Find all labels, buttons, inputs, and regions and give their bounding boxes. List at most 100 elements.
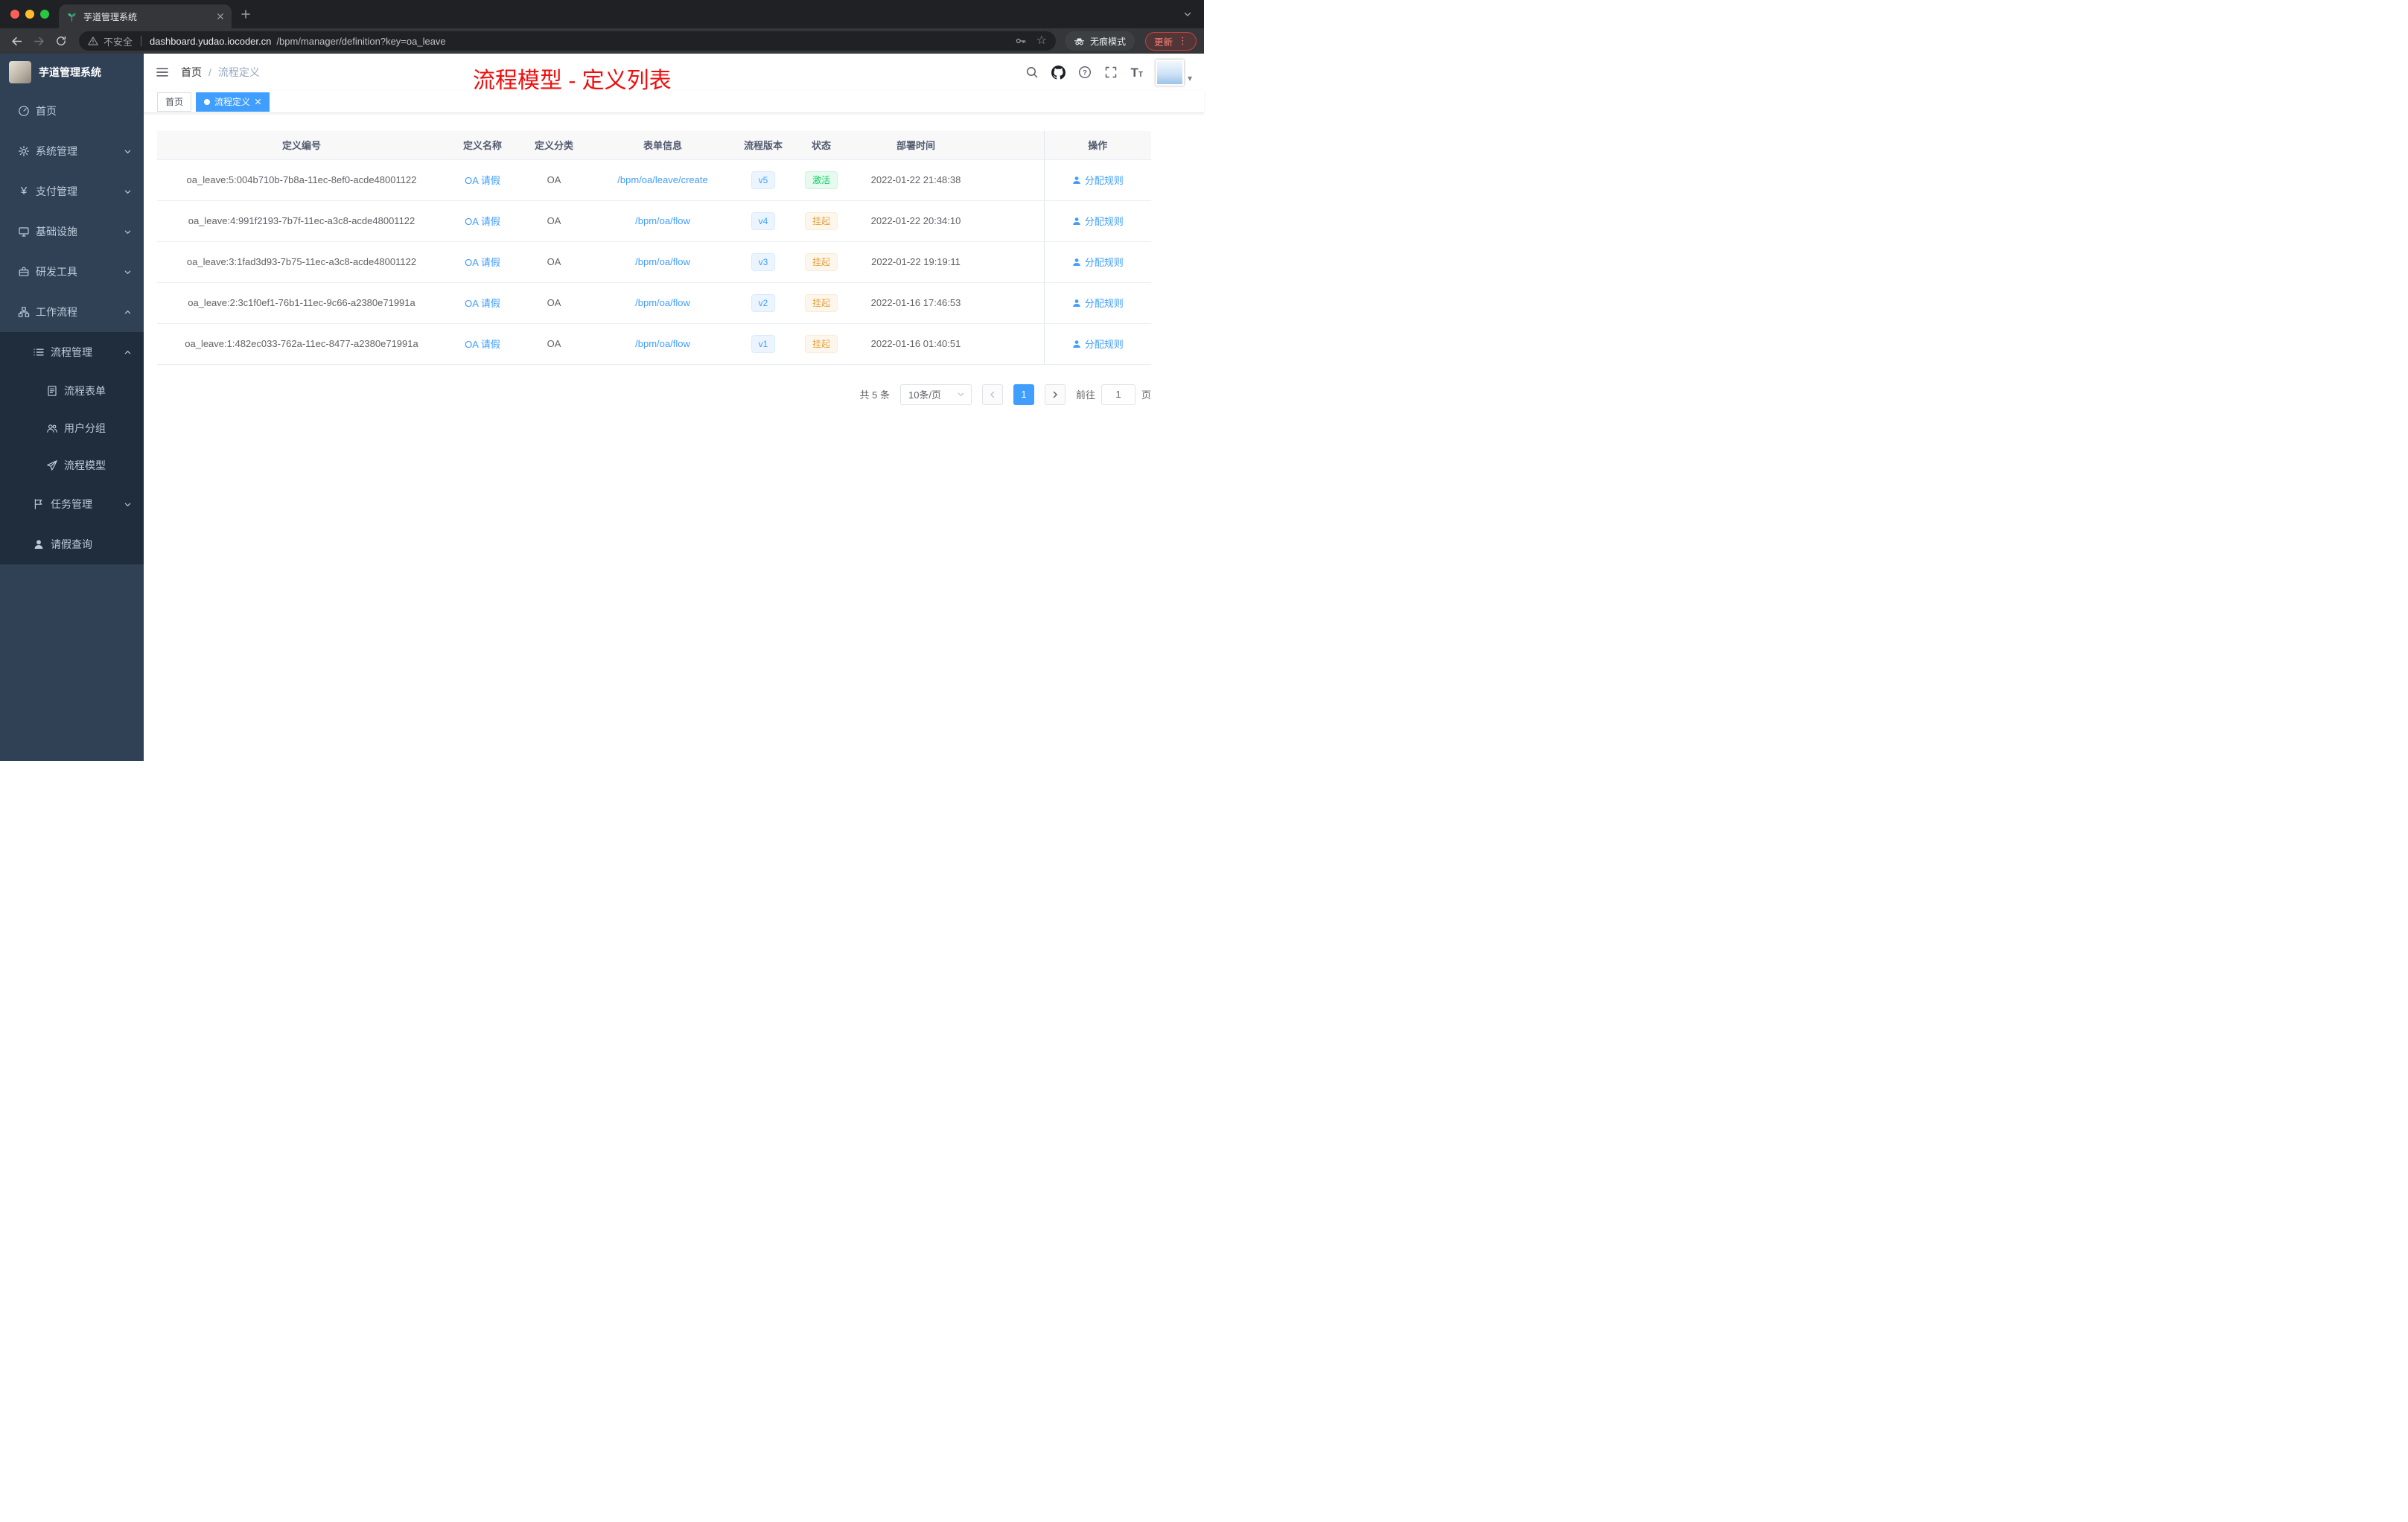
header-form-info: 表单信息 — [589, 131, 736, 160]
hamburger-icon[interactable] — [156, 66, 169, 79]
form-link[interactable]: /bpm/oa/flow — [635, 256, 690, 267]
content-area: 定义编号 定义名称 定义分类 表单信息 流程版本 状态 部署时间 操作 oa_l… — [144, 113, 1204, 761]
status-tag: 挂起 — [804, 252, 838, 271]
assign-rule-link[interactable]: 分配规则 — [1072, 255, 1124, 269]
form-link[interactable]: /bpm/oa/flow — [635, 215, 690, 226]
sidebar-item-process-form[interactable]: 流程表单 — [0, 372, 144, 410]
toolbox-icon — [19, 267, 29, 276]
browser-menu-icon[interactable]: ⋮ — [1178, 35, 1188, 47]
assign-rule-link[interactable]: 分配规则 — [1072, 296, 1124, 310]
sidebar-item-workflow[interactable]: 工作流程 — [0, 292, 144, 332]
cell-category: OA — [519, 241, 589, 283]
back-button[interactable] — [7, 31, 25, 51]
sidebar-item-leave-query[interactable]: 请假查询 — [0, 524, 144, 564]
document-icon — [48, 386, 57, 396]
url-path[interactable]: /bpm/manager/definition?key=oa_leave — [276, 36, 445, 47]
definition-name-link[interactable]: OA 请假 — [465, 257, 500, 268]
chevron-up-icon — [124, 351, 131, 354]
chevron-left-icon — [990, 391, 995, 398]
version-tag: v5 — [751, 171, 776, 189]
form-link[interactable]: /bpm/oa/flow — [635, 338, 690, 349]
definition-name-link[interactable]: OA 请假 — [465, 175, 500, 186]
cell-filler — [979, 323, 1044, 365]
browser-update-button[interactable]: 更新 ⋮ — [1144, 31, 1197, 51]
table-row: oa_leave:4:991f2193-7b7f-11ec-a3c8-acde4… — [157, 200, 1151, 242]
pagination-total: 共 5 条 — [859, 389, 890, 401]
cell-deploy-time: 2022-01-16 17:46:53 — [853, 282, 979, 324]
sidebar-item-task-management[interactable]: 任务管理 — [0, 484, 144, 524]
active-tag-dot — [204, 98, 211, 105]
table-row: oa_leave:2:3c1f0ef1-76b1-11ec-9c66-a2380… — [157, 282, 1151, 324]
tag-close-icon[interactable] — [255, 98, 261, 105]
bookmark-star-icon[interactable]: ☆ — [1036, 35, 1047, 47]
forward-button[interactable] — [30, 31, 48, 51]
favicon-plant-icon — [68, 13, 76, 22]
sidebar-item-payment[interactable]: ¥ 支付管理 — [0, 171, 144, 211]
user-icon — [1072, 340, 1080, 348]
tags-view: 首页 流程定义 — [144, 91, 1204, 113]
breadcrumb-current: 流程定义 — [217, 66, 260, 78]
sidebar-item-devtools[interactable]: 研发工具 — [0, 252, 144, 292]
address-bar[interactable]: 不安全 dashboard.yudao.iocoder.cn /bpm/mana… — [79, 31, 1056, 51]
browser-tab[interactable]: 芋道管理系统 — [59, 4, 232, 28]
page-unit-label: 页 — [1141, 389, 1151, 401]
help-icon[interactable]: ? — [1078, 66, 1092, 79]
minimize-window-button[interactable] — [25, 10, 34, 19]
close-window-button[interactable] — [10, 10, 19, 19]
fullscreen-icon[interactable] — [1104, 66, 1118, 79]
status-tag: 挂起 — [804, 211, 838, 230]
assign-rule-link[interactable]: 分配规则 — [1072, 173, 1124, 187]
tab-search-chevron-icon[interactable] — [1183, 10, 1192, 19]
current-page-button[interactable]: 1 — [1013, 383, 1034, 405]
header-definition-category: 定义分类 — [519, 131, 589, 160]
browser-toolbar: 不安全 dashboard.yudao.iocoder.cn /bpm/mana… — [0, 28, 1204, 54]
tag-home[interactable]: 首页 — [157, 92, 192, 112]
breadcrumb-home[interactable]: 首页 — [181, 65, 202, 80]
avatar[interactable] — [1155, 59, 1184, 86]
page-size-select[interactable]: 10条/页 — [899, 383, 972, 405]
new-tab-button[interactable] — [241, 9, 251, 19]
assign-rule-link[interactable]: 分配规则 — [1072, 337, 1124, 351]
sidebar-item-process-model[interactable]: 流程模型 — [0, 447, 144, 484]
status-tag: 挂起 — [804, 334, 838, 353]
incognito-label: 无痕模式 — [1089, 36, 1126, 47]
avatar-caret-icon[interactable]: ▾ — [1188, 73, 1192, 83]
tag-process-definition[interactable]: 流程定义 — [196, 92, 270, 112]
logo-title: 芋道管理系统 — [39, 66, 101, 78]
cell-definition-id: oa_leave:1:482ec033-762a-11ec-8477-a2380… — [157, 323, 446, 365]
gear-icon — [18, 145, 30, 157]
url-domain[interactable]: dashboard.yudao.iocoder.cn — [150, 36, 271, 47]
reload-button[interactable] — [52, 31, 70, 51]
next-page-button[interactable] — [1044, 383, 1066, 405]
goto-page-input[interactable] — [1101, 383, 1135, 405]
user-icon — [1072, 176, 1080, 184]
chevron-down-icon — [124, 270, 131, 274]
sidebar-item-infrastructure[interactable]: 基础设施 — [0, 211, 144, 252]
github-icon[interactable] — [1051, 65, 1066, 80]
user-icon — [1072, 299, 1080, 307]
app-page: 芋道管理系统 首页 系统管理 ¥ 支付管理 基础设施 研发工具 工作流程 流程管… — [0, 54, 1204, 761]
not-secure-warning-icon[interactable] — [88, 36, 98, 46]
chevron-down-icon — [124, 150, 131, 153]
password-key-icon[interactable] — [1015, 35, 1027, 47]
version-tag: v4 — [751, 211, 776, 230]
monitor-icon — [19, 227, 29, 237]
prev-page-button[interactable] — [981, 383, 1003, 405]
tab-close-icon[interactable] — [217, 13, 224, 20]
sidebar-item-user-group[interactable]: 用户分组 — [0, 410, 144, 447]
security-label[interactable]: 不安全 — [103, 34, 133, 48]
search-icon[interactable] — [1025, 66, 1039, 79]
definition-name-link[interactable]: OA 请假 — [465, 339, 500, 350]
definition-name-link[interactable]: OA 请假 — [465, 298, 500, 309]
form-link[interactable]: /bpm/oa/flow — [635, 297, 690, 308]
sidebar-item-home[interactable]: 首页 — [0, 91, 144, 131]
yen-icon: ¥ — [20, 185, 28, 197]
sidebar-item-process-management[interactable]: 流程管理 — [0, 332, 144, 372]
sidebar-logo[interactable]: 芋道管理系统 — [0, 54, 144, 91]
assign-rule-link[interactable]: 分配规则 — [1072, 214, 1124, 228]
font-size-icon[interactable]: TT — [1130, 66, 1143, 79]
sidebar-item-system[interactable]: 系统管理 — [0, 131, 144, 171]
definition-name-link[interactable]: OA 请假 — [465, 216, 500, 227]
form-link[interactable]: /bpm/oa/leave/create — [617, 174, 707, 185]
zoom-window-button[interactable] — [40, 10, 49, 19]
